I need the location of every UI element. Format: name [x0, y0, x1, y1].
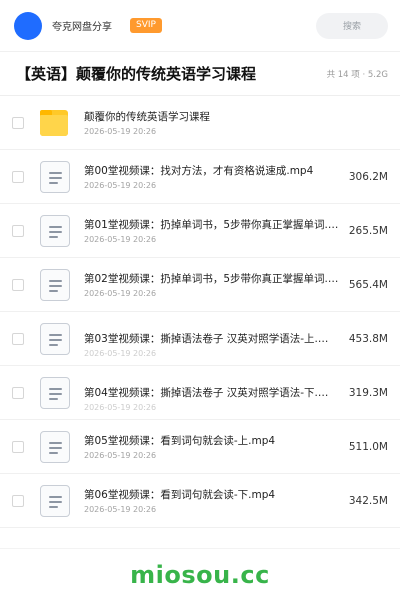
- file-icon: [38, 376, 72, 410]
- file-date: 2026-05-19 20:26: [84, 235, 157, 244]
- file-size: 265.5M: [348, 224, 388, 237]
- footer: miosou.cc: [0, 548, 400, 601]
- file-icon: [38, 322, 72, 356]
- file-date: 2026-05-19 20:26: [84, 348, 157, 358]
- file-size: 511.0M: [348, 440, 388, 453]
- file-name: 第02堂视频课：扔掉单词书，5步带你真正掌握单词.mp4: [84, 273, 341, 285]
- file-size: 453.8M: [348, 332, 388, 345]
- share-title-bar: 【英语】颠覆你的传统英语学习课程 共 14 项 · 5.2G: [0, 52, 400, 96]
- list-item[interactable]: 第01堂视频课：扔掉单词书，5步带你真正掌握单词.mp4 2026-05-19 …: [0, 204, 400, 258]
- brand-watermark: miosou.cc: [130, 561, 270, 589]
- search-button[interactable]: 搜索: [316, 12, 388, 39]
- file-date: 2026-05-19 20:26: [84, 402, 157, 412]
- page-title: 【英语】颠覆你的传统英语学习课程: [16, 65, 257, 83]
- file-name: 第01堂视频课：扔掉单词书，5步带你真正掌握单词.mp4: [84, 219, 341, 231]
- list-item[interactable]: 第03堂视频课：撕掉语法卷子 汉英对照学语法-上.… 2026-05-19 20…: [0, 312, 400, 366]
- owner-name: 夸克网盘分享: [52, 22, 112, 33]
- file-date: 2026-05-19 20:26: [84, 451, 157, 460]
- file-name: 第03堂视频课：撕掉语法卷子 汉英对照学语法-上.…: [84, 332, 329, 345]
- row-checkbox[interactable]: [12, 116, 24, 129]
- file-date: 2026-05-19 20:26: [84, 181, 157, 190]
- row-checkbox[interactable]: [12, 278, 24, 291]
- file-size: 342.5M: [348, 494, 388, 507]
- svip-badge: SVIP: [130, 18, 162, 33]
- list-item[interactable]: 第06堂视频课：看到词句就会读-下.mp4 2026-05-19 20:26 3…: [0, 474, 400, 528]
- file-icon: [38, 160, 72, 194]
- list-item[interactable]: 颠覆你的传统英语学习课程 2026-05-19 20:26: [0, 96, 400, 150]
- row-checkbox[interactable]: [12, 440, 24, 453]
- file-date: 2026-05-19 20:26: [84, 127, 157, 136]
- file-icon: [38, 268, 72, 302]
- file-icon: [38, 430, 72, 464]
- row-checkbox[interactable]: [12, 332, 24, 345]
- row-checkbox[interactable]: [12, 386, 24, 399]
- file-icon: [38, 214, 72, 248]
- file-size: 565.4M: [348, 278, 388, 291]
- file-name: 第04堂视频课：撕掉语法卷子 汉英对照学语法-下.…: [84, 386, 329, 399]
- list-item[interactable]: 第02堂视频课：扔掉单词书，5步带你真正掌握单词.mp4 2026-05-19 …: [0, 258, 400, 312]
- share-summary: 共 14 项 · 5.2G: [326, 69, 388, 80]
- list-item[interactable]: 第00堂视频课：找对方法，才有资格说速成.mp4 2026-05-19 20:2…: [0, 150, 400, 204]
- file-name: 第05堂视频课：看到词句就会读-上.mp4: [84, 435, 276, 447]
- top-bar: 夸克网盘分享 SVIP 搜索: [0, 0, 400, 52]
- row-checkbox[interactable]: [12, 224, 24, 237]
- file-name: 第00堂视频课：找对方法，才有资格说速成.mp4: [84, 165, 314, 177]
- row-checkbox[interactable]: [12, 494, 24, 507]
- file-list: 颠覆你的传统英语学习课程 2026-05-19 20:26 第00堂视频课：找对…: [0, 96, 400, 528]
- folder-icon: [38, 106, 72, 140]
- file-date: 2026-05-19 20:26: [84, 505, 157, 514]
- file-size: 319.3M: [348, 386, 388, 399]
- list-item[interactable]: 第05堂视频课：看到词句就会读-上.mp4 2026-05-19 20:26 5…: [0, 420, 400, 474]
- file-name: 颠覆你的传统英语学习课程: [84, 111, 210, 123]
- file-icon: [38, 484, 72, 518]
- list-item[interactable]: 第04堂视频课：撕掉语法卷子 汉英对照学语法-下.… 2026-05-19 20…: [0, 366, 400, 420]
- file-name: 第06堂视频课：看到词句就会读-下.mp4: [84, 489, 276, 501]
- row-checkbox[interactable]: [12, 170, 24, 183]
- file-date: 2026-05-19 20:26: [84, 289, 157, 298]
- file-size: 306.2M: [348, 170, 388, 183]
- avatar[interactable]: [14, 11, 42, 40]
